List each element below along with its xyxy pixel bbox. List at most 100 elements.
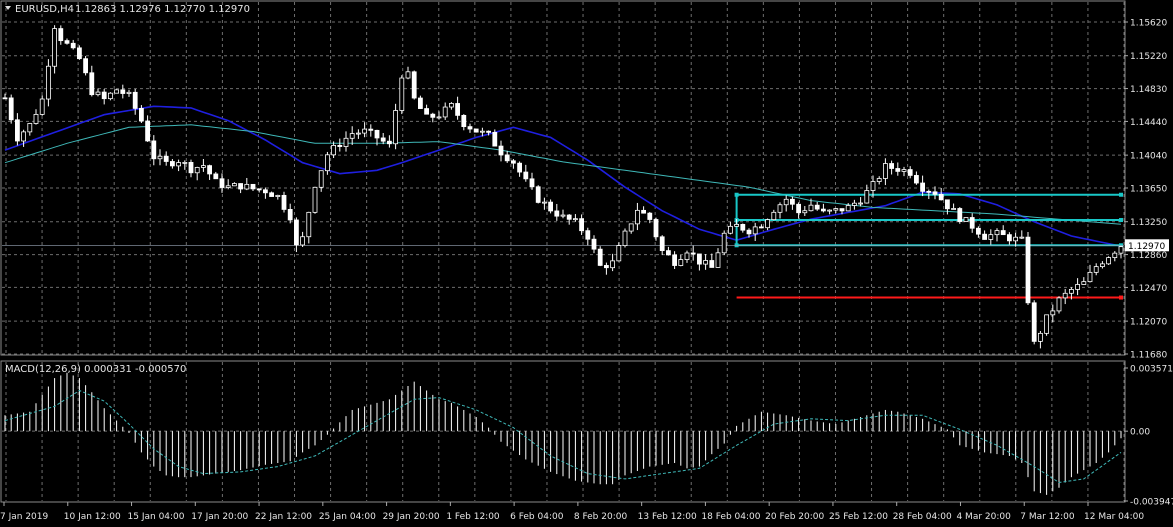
candle-body-bull (628, 223, 634, 232)
y-tick-label: 1.13650 (1130, 185, 1167, 195)
x-tick-label: 12 Mar 04:00 (1084, 512, 1144, 522)
candle-body-bull (845, 205, 851, 212)
candle[interactable] (963, 217, 969, 222)
candle-body-bear (430, 113, 436, 118)
candle[interactable] (8, 94, 14, 124)
candle-body-bear (1025, 236, 1031, 304)
macd-label: MACD(12,26,9) 0.000331 -0.000570 (5, 364, 186, 375)
line-handle[interactable] (1119, 218, 1123, 223)
candle-body-bull (1050, 310, 1056, 316)
candle-body-bull (833, 208, 839, 211)
candle[interactable] (957, 207, 963, 224)
candle[interactable] (721, 230, 727, 256)
candle-body-bear (411, 71, 417, 99)
candle-body-bull (771, 211, 777, 221)
candle-body-bear (945, 199, 950, 210)
candle-body-bull (808, 204, 814, 212)
candle[interactable] (1106, 256, 1111, 265)
candle[interactable] (52, 25, 57, 74)
candle-body-bear (814, 204, 820, 210)
candle[interactable] (399, 75, 405, 115)
candle-body-bear (1007, 234, 1012, 242)
candle-body-bull (573, 218, 578, 221)
line-handle[interactable] (1119, 295, 1123, 300)
candle[interactable] (77, 45, 82, 60)
chart-canvas: 1.15620 1.15220 1.14830 1.14440 1.14040 1.136… (0, 0, 1173, 527)
candle[interactable] (597, 246, 603, 267)
candle[interactable] (1056, 296, 1062, 314)
candle-body-bull (95, 91, 101, 96)
candle[interactable] (1044, 314, 1049, 336)
candle[interactable] (46, 59, 51, 107)
candle[interactable] (535, 185, 541, 204)
candle[interactable] (1025, 232, 1031, 306)
candle-body-bear (250, 183, 256, 190)
candle-body-bull (870, 181, 876, 191)
candle-body-bull (1118, 246, 1124, 254)
candle-body-bull (678, 259, 684, 266)
candle-body-bear (697, 253, 702, 265)
macd-tick-label: 0.00 (1130, 428, 1150, 438)
candle-body-bull (300, 236, 306, 246)
x-tick-label: 25 Feb 12:00 (829, 512, 888, 522)
candle-body-bear (213, 173, 219, 180)
candle[interactable] (114, 89, 119, 94)
candle-body-bull (883, 163, 888, 179)
candle-body-bear (151, 140, 157, 160)
candle-body-bull (27, 123, 33, 133)
candle-body-bear (498, 145, 504, 156)
candle-body-bear (101, 91, 107, 100)
candle-body-bear (293, 219, 299, 246)
candle-body-bull (901, 169, 907, 172)
y-tick-label: 1.13250 (1130, 218, 1167, 228)
candle-body-bear (907, 169, 913, 176)
candle-body-bear (976, 227, 981, 235)
line-handle[interactable] (1119, 192, 1123, 197)
symbol-header[interactable]: EURUSD,H4 1.12863 1.12976 1.12770 1.1297… (5, 4, 250, 15)
candle-body-bear (914, 175, 919, 184)
candle-body-bull (331, 144, 337, 156)
x-tick-label: 10 Jan 12:00 (64, 512, 121, 522)
x-tick-label: 13 Feb 12:00 (638, 512, 697, 522)
x-tick-label: 28 Feb 04:00 (893, 512, 952, 522)
candle-body-bull (114, 89, 119, 94)
candle-body-bear (262, 189, 268, 194)
candle[interactable] (622, 228, 628, 248)
candle[interactable] (393, 103, 399, 150)
candle[interactable] (1031, 300, 1037, 345)
candle-body-bull (21, 131, 27, 142)
candle-body-bear (690, 252, 696, 255)
candle-body-bear (14, 119, 20, 142)
x-tick-label: 15 Jan 04:00 (128, 512, 185, 522)
y-tick-label: 1.15620 (1130, 19, 1167, 29)
candle-body-bear (982, 233, 987, 240)
candle-body-bear (566, 214, 572, 220)
candle-body-bull (963, 217, 969, 222)
candle-body-bull (182, 162, 188, 164)
candle-body-bull (951, 208, 956, 210)
candle-body-bull (703, 260, 708, 265)
candle[interactable] (473, 128, 479, 133)
candle[interactable] (83, 56, 88, 76)
candle-body-bear (969, 217, 975, 229)
candle-body-bull (560, 214, 566, 217)
candle[interactable] (312, 186, 318, 214)
candle-body-bear (535, 186, 541, 203)
candle-body-bear (269, 192, 275, 197)
candle-body-bear (2, 97, 8, 100)
candle-body-bull (1038, 332, 1043, 342)
candle-body-bear (554, 210, 560, 217)
x-tick-label: 7 Jan 2019 (0, 512, 48, 522)
candle-body-bear (132, 91, 138, 109)
candle-body-bull (852, 202, 857, 206)
candle-body-bull (52, 28, 57, 67)
candle-body-bear (548, 201, 553, 212)
x-tick-label: 1 Feb 12:00 (446, 512, 500, 522)
current-price-label: 1.12970 (1128, 242, 1165, 252)
candle[interactable] (411, 70, 417, 100)
candle-body-bear (374, 129, 380, 139)
candle-body-bull (802, 210, 808, 214)
candle-body-bull (1056, 297, 1062, 312)
candle-body-bull (721, 232, 727, 254)
candle-body-bull (362, 128, 368, 134)
